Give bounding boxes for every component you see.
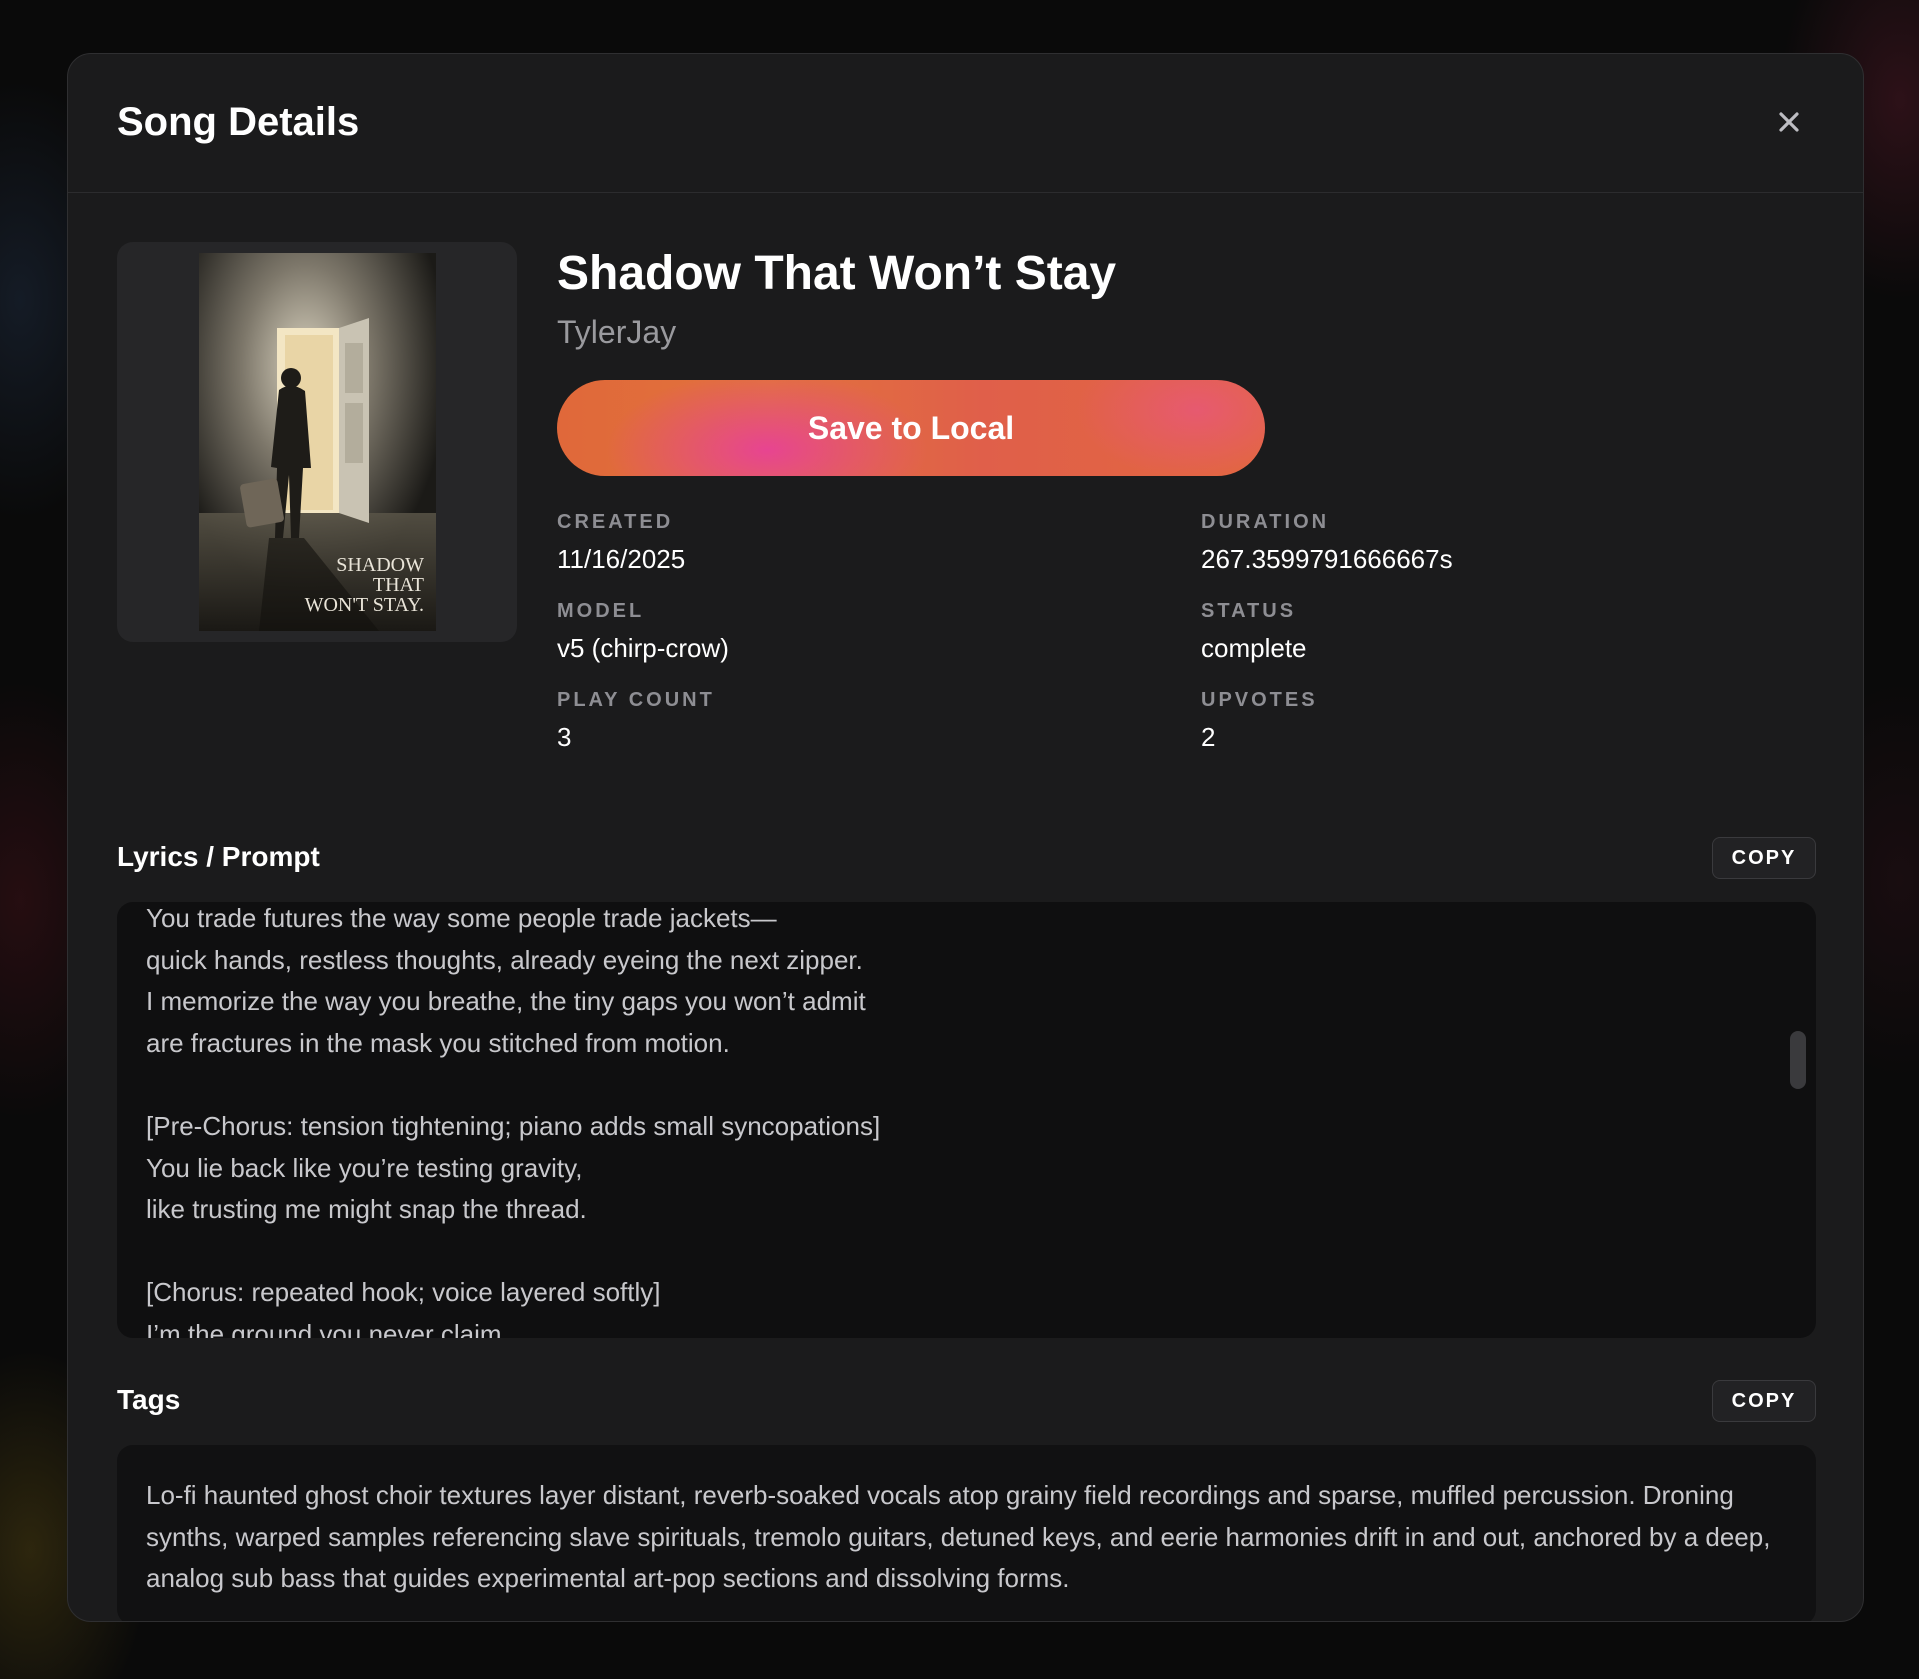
close-button[interactable] (1771, 104, 1807, 140)
meta-play-count: PLAY COUNT 3 (557, 688, 1157, 754)
tags-box: Lo-fi haunted ghost choir textures layer… (117, 1445, 1816, 1621)
song-artist[interactable]: TylerJay (557, 312, 1816, 352)
svg-text:WON'T STAY.: WON'T STAY. (305, 594, 424, 616)
lyrics-scrollbar-thumb[interactable] (1790, 1031, 1806, 1089)
meta-play-count-label: PLAY COUNT (557, 689, 715, 711)
lyrics-section-header: Lyrics / Prompt COPY (117, 837, 1816, 879)
tags-text: Lo-fi haunted ghost choir textures layer… (146, 1480, 1771, 1594)
meta-created-label: CREATED (557, 511, 674, 533)
lyrics-section-title: Lyrics / Prompt (117, 841, 320, 872)
meta-model-value: v5 (chirp-crow) (557, 633, 729, 663)
meta-duration-value: 267.3599791666667s (1201, 544, 1453, 574)
close-icon (1779, 112, 1799, 132)
song-info: Shadow That Won’t Stay TylerJay Save to … (557, 242, 1816, 752)
meta-model-label: MODEL (557, 600, 645, 622)
meta-upvotes-label: UPVOTES (1201, 689, 1318, 711)
cover-container: SHADOW THAT WON'T STAY. (117, 242, 517, 642)
meta-status-value: complete (1201, 633, 1307, 663)
lyrics-text: You trade futures the way some people tr… (146, 903, 881, 1338)
tags-section-title: Tags (117, 1384, 181, 1415)
modal-title: Song Details (117, 100, 360, 144)
copy-lyrics-button[interactable]: COPY (1712, 837, 1816, 879)
meta-created-value: 11/16/2025 (557, 544, 686, 574)
song-title: Shadow That Won’t Stay (557, 247, 1117, 300)
meta-duration-label: DURATION (1201, 511, 1330, 533)
meta-duration: DURATION 267.3599791666667s (1201, 510, 1801, 576)
song-details-modal: Song Details SHADOW THAT WON'T STAY. Sha… (67, 53, 1864, 1622)
meta-play-count-value: 3 (557, 722, 572, 752)
lyrics-box[interactable]: You trade futures the way some people tr… (117, 902, 1816, 1338)
svg-text:SHADOW: SHADOW (336, 554, 424, 576)
meta-status: STATUS complete (1201, 599, 1801, 665)
svg-text:THAT: THAT (373, 574, 424, 596)
tags-section-header: Tags COPY (117, 1380, 1816, 1422)
meta-upvotes: UPVOTES 2 (1201, 688, 1801, 754)
meta-model: MODEL v5 (chirp-crow) (557, 599, 1157, 665)
album-cover: SHADOW THAT WON'T STAY. (199, 253, 436, 631)
meta-created: CREATED 11/16/2025 (557, 510, 1157, 576)
meta-status-label: STATUS (1201, 600, 1297, 622)
copy-tags-button[interactable]: COPY (1712, 1380, 1816, 1422)
save-to-local-button[interactable]: Save to Local (557, 380, 1265, 476)
meta-upvotes-value: 2 (1201, 722, 1216, 752)
modal-header: Song Details (68, 54, 1863, 193)
